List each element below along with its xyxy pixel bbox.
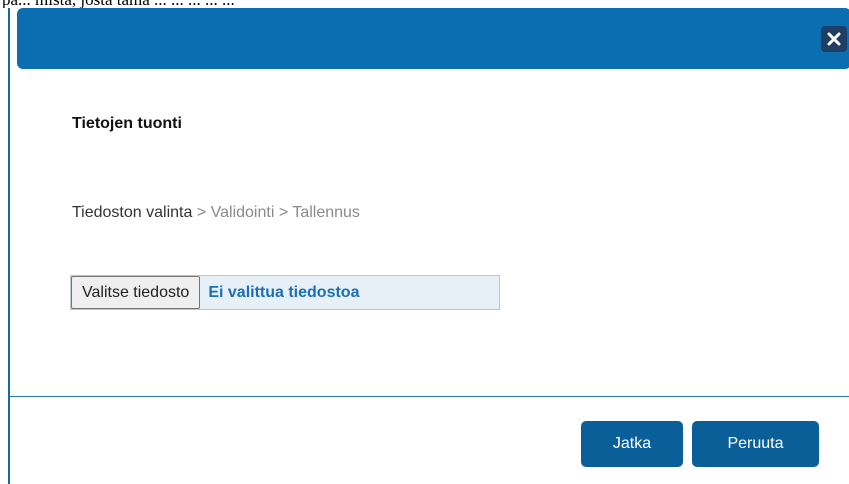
- cancel-button[interactable]: Peruuta: [692, 421, 819, 467]
- background-page-text: pa... mista, josta tämä ... ... ... ... …: [2, 0, 235, 8]
- continue-button[interactable]: Jatka: [581, 421, 683, 467]
- footer-divider: [10, 396, 849, 397]
- file-status-text: Ei valittua tiedostoa: [208, 283, 360, 301]
- import-dialog: Tietojen tuonti Tiedoston valinta > Vali…: [8, 8, 849, 484]
- step-separator: >: [196, 204, 207, 221]
- step-validation: Validointi: [210, 204, 275, 221]
- file-input[interactable]: Valitse tiedosto Ei valittua tiedostoa: [70, 275, 500, 310]
- step-separator: >: [278, 204, 289, 221]
- choose-file-button[interactable]: Valitse tiedosto: [71, 276, 201, 309]
- step-save: Tallennus: [292, 204, 360, 221]
- step-current: Tiedoston valinta: [72, 204, 193, 221]
- step-breadcrumb: Tiedoston valinta > Validointi > Tallenn…: [72, 204, 360, 222]
- background-page-strip: pa... mista, josta tämä ... ... ... ... …: [0, 0, 849, 8]
- close-icon: [827, 32, 841, 46]
- dialog-header: [17, 8, 849, 69]
- dialog-title: Tietojen tuonti: [72, 115, 182, 132]
- close-button[interactable]: [821, 26, 847, 52]
